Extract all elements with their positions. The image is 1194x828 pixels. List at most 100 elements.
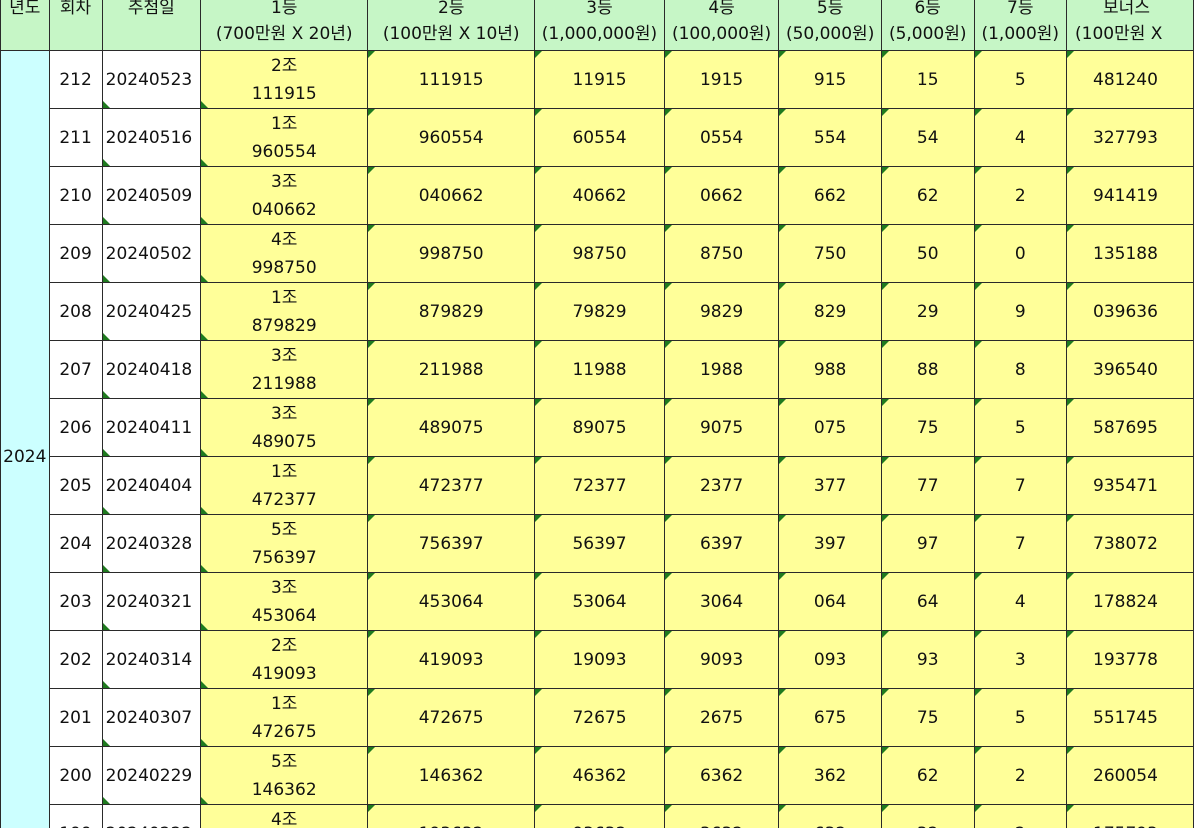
prize-6-cell[interactable]: 97: [880, 514, 975, 573]
prize-5-cell[interactable]: 662: [778, 166, 882, 225]
prize-7-cell[interactable]: 5: [973, 398, 1068, 457]
prize-2-cell[interactable]: 211988: [367, 340, 536, 399]
draw-date-cell[interactable]: 20240314: [101, 630, 202, 689]
prize-6-cell[interactable]: 54: [880, 108, 975, 167]
prize-6-cell[interactable]: 75: [880, 688, 975, 747]
draw-date-cell[interactable]: 20240509: [101, 166, 202, 225]
prize-2-cell[interactable]: 879829: [367, 282, 536, 341]
draw-date-cell[interactable]: 20240222: [101, 804, 202, 828]
round-cell[interactable]: 207: [48, 340, 103, 399]
prize-6-cell[interactable]: 93: [880, 630, 975, 689]
prize-1-cell[interactable]: 5조 146362: [200, 746, 369, 805]
header-round[interactable]: 회차: [48, 0, 103, 51]
prize-4-cell[interactable]: 1915: [663, 50, 780, 109]
prize-6-cell[interactable]: 75: [880, 398, 975, 457]
header-prize-1[interactable]: 1등 (700만원 X 20년): [200, 0, 369, 51]
prize-5-cell[interactable]: 064: [778, 572, 882, 631]
prize-5-cell[interactable]: 675: [778, 688, 882, 747]
bonus-cell[interactable]: 175793: [1066, 804, 1194, 828]
prize-4-cell[interactable]: 9075: [663, 398, 780, 457]
prize-5-cell[interactable]: 397: [778, 514, 882, 573]
prize-1-cell[interactable]: 1조 472675: [200, 688, 369, 747]
draw-date-cell[interactable]: 20240523: [101, 50, 202, 109]
draw-date-cell[interactable]: 20240229: [101, 746, 202, 805]
prize-6-cell[interactable]: 62: [880, 746, 975, 805]
prize-6-cell[interactable]: 32: [880, 804, 975, 828]
prize-7-cell[interactable]: 5: [973, 688, 1068, 747]
prize-3-cell[interactable]: 40662: [534, 166, 665, 225]
round-cell[interactable]: 212: [48, 50, 103, 109]
prize-1-cell[interactable]: 4조193632: [200, 804, 369, 828]
round-cell[interactable]: 203: [48, 572, 103, 631]
prize-1-cell[interactable]: 1조 879829: [200, 282, 369, 341]
year-cell[interactable]: 2024: [0, 50, 50, 828]
prize-3-cell[interactable]: 72377: [534, 456, 665, 515]
prize-3-cell[interactable]: 72675: [534, 688, 665, 747]
draw-date-cell[interactable]: 20240425: [101, 282, 202, 341]
prize-3-cell[interactable]: 53064: [534, 572, 665, 631]
header-prize-5[interactable]: 5등 (50,000원): [778, 0, 882, 51]
prize-5-cell[interactable]: 632: [778, 804, 882, 828]
prize-1-cell[interactable]: 3조 489075: [200, 398, 369, 457]
prize-7-cell[interactable]: 2: [973, 166, 1068, 225]
header-draw-date[interactable]: 추첨일: [101, 0, 202, 51]
prize-1-cell[interactable]: 5조 756397: [200, 514, 369, 573]
prize-3-cell[interactable]: 11988: [534, 340, 665, 399]
prize-7-cell[interactable]: 3: [973, 630, 1068, 689]
prize-3-cell[interactable]: 19093: [534, 630, 665, 689]
draw-date-cell[interactable]: 20240418: [101, 340, 202, 399]
bonus-cell[interactable]: 193778: [1066, 630, 1194, 689]
prize-1-cell[interactable]: 4조 998750: [200, 224, 369, 283]
prize-4-cell[interactable]: 2675: [663, 688, 780, 747]
prize-7-cell[interactable]: 7: [973, 456, 1068, 515]
header-prize-6[interactable]: 6등 (5,000원): [880, 0, 975, 51]
draw-date-cell[interactable]: 20240516: [101, 108, 202, 167]
bonus-cell[interactable]: 135188: [1066, 224, 1194, 283]
prize-4-cell[interactable]: 2377: [663, 456, 780, 515]
prize-2-cell[interactable]: 193632: [367, 804, 536, 828]
bonus-cell[interactable]: 396540: [1066, 340, 1194, 399]
round-cell[interactable]: 208: [48, 282, 103, 341]
prize-2-cell[interactable]: 960554: [367, 108, 536, 167]
draw-date-cell[interactable]: 20240307: [101, 688, 202, 747]
prize-4-cell[interactable]: 3632: [663, 804, 780, 828]
round-cell[interactable]: 201: [48, 688, 103, 747]
prize-2-cell[interactable]: 419093: [367, 630, 536, 689]
draw-date-cell[interactable]: 20240411: [101, 398, 202, 457]
bonus-cell[interactable]: 260054: [1066, 746, 1194, 805]
bonus-cell[interactable]: 327793: [1066, 108, 1194, 167]
prize-3-cell[interactable]: 46362: [534, 746, 665, 805]
prize-4-cell[interactable]: 0554: [663, 108, 780, 167]
prize-7-cell[interactable]: 9: [973, 282, 1068, 341]
prize-6-cell[interactable]: 62: [880, 166, 975, 225]
prize-5-cell[interactable]: 362: [778, 746, 882, 805]
prize-1-cell[interactable]: 3조 040662: [200, 166, 369, 225]
draw-date-cell[interactable]: 20240502: [101, 224, 202, 283]
prize-1-cell[interactable]: 3조 211988: [200, 340, 369, 399]
bonus-cell[interactable]: 481240: [1066, 50, 1194, 109]
bonus-cell[interactable]: 738072: [1066, 514, 1194, 573]
prize-6-cell[interactable]: 29: [880, 282, 975, 341]
header-prize-2[interactable]: 2등 (100만원 X 10년): [367, 0, 536, 51]
bonus-cell[interactable]: 941419: [1066, 166, 1194, 225]
bonus-cell[interactable]: 551745: [1066, 688, 1194, 747]
prize-6-cell[interactable]: 50: [880, 224, 975, 283]
prize-7-cell[interactable]: 5: [973, 50, 1068, 109]
prize-4-cell[interactable]: 6362: [663, 746, 780, 805]
prize-1-cell[interactable]: 1조 960554: [200, 108, 369, 167]
prize-4-cell[interactable]: 3064: [663, 572, 780, 631]
round-cell[interactable]: 200: [48, 746, 103, 805]
header-prize-4[interactable]: 4등 (100,000원): [663, 0, 780, 51]
prize-2-cell[interactable]: 146362: [367, 746, 536, 805]
prize-1-cell[interactable]: 1조 472377: [200, 456, 369, 515]
prize-2-cell[interactable]: 040662: [367, 166, 536, 225]
prize-3-cell[interactable]: 60554: [534, 108, 665, 167]
prize-4-cell[interactable]: 9829: [663, 282, 780, 341]
prize-7-cell[interactable]: 2: [973, 804, 1068, 828]
prize-5-cell[interactable]: 075: [778, 398, 882, 457]
prize-7-cell[interactable]: 0: [973, 224, 1068, 283]
prize-7-cell[interactable]: 4: [973, 108, 1068, 167]
prize-5-cell[interactable]: 829: [778, 282, 882, 341]
bonus-cell[interactable]: 935471: [1066, 456, 1194, 515]
prize-7-cell[interactable]: 7: [973, 514, 1068, 573]
